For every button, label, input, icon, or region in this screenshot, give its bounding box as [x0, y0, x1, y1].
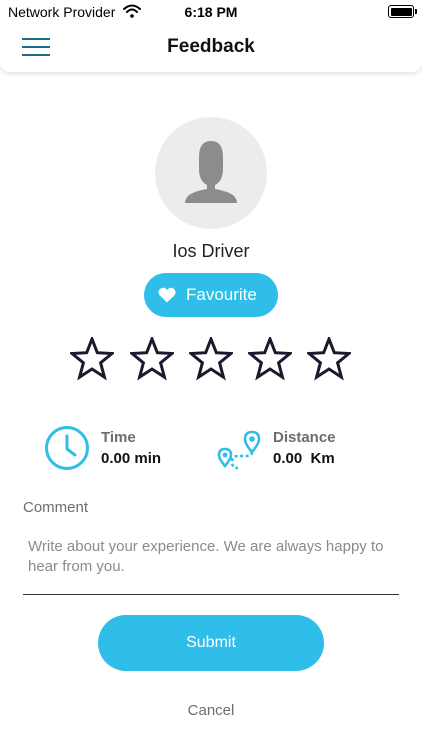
driver-avatar — [155, 117, 267, 229]
heart-icon — [158, 287, 176, 303]
status-bar: Network Provider 6:18 PM — [0, 0, 422, 24]
battery-icon — [388, 5, 417, 18]
navigation-bar: Feedback — [0, 24, 422, 72]
route-icon — [217, 430, 261, 470]
comment-input[interactable] — [23, 535, 399, 595]
star-4-icon[interactable] — [248, 337, 292, 381]
clock-icon — [45, 426, 89, 470]
favourite-button[interactable]: Favourite — [144, 273, 278, 317]
distance-label: Distance — [273, 429, 336, 446]
time-label: Time — [101, 429, 136, 446]
favourite-label: Favourite — [186, 285, 257, 304]
status-time: 6:18 PM — [184, 4, 238, 20]
submit-button[interactable]: Submit — [98, 615, 324, 671]
star-rating — [70, 337, 354, 381]
page-title: Feedback — [167, 36, 255, 57]
star-5-icon[interactable] — [307, 337, 351, 381]
star-2-icon[interactable] — [130, 337, 174, 381]
time-value: 0.00 min — [101, 450, 162, 467]
cancel-button[interactable]: Cancel — [0, 702, 422, 719]
star-1-icon[interactable] — [70, 337, 114, 381]
star-3-icon[interactable] — [189, 337, 233, 381]
driver-name: Ios Driver — [172, 241, 250, 261]
distance-value: 0.00 Km — [273, 450, 335, 467]
comment-label: Comment — [23, 499, 89, 516]
person-silhouette-icon — [185, 141, 237, 203]
